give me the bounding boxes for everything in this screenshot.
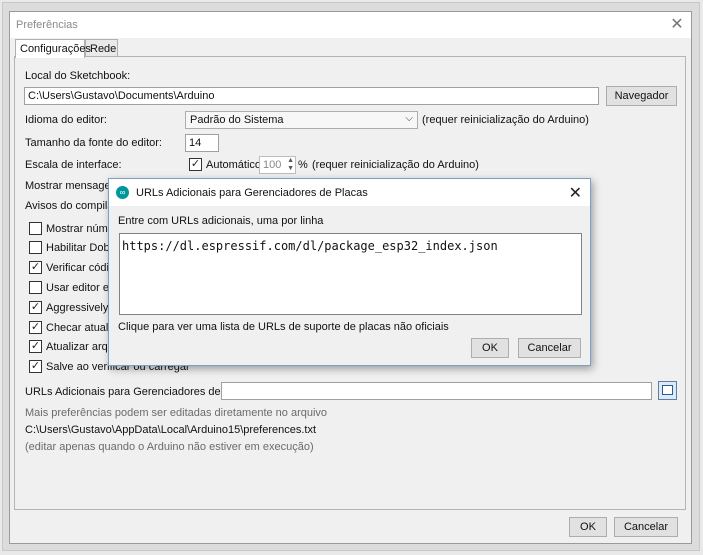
scale-unit: % <box>298 159 308 171</box>
scale-label: Escala de interface: <box>25 159 122 171</box>
urls-text: https://dl.espressif.com/dl/package_esp3… <box>122 239 498 253</box>
dialog-cancel-button[interactable]: Cancelar <box>518 338 581 358</box>
window-title: Preferências <box>16 19 78 31</box>
checkbox-code-folding[interactable] <box>29 241 42 254</box>
dialog-ok-button[interactable]: OK <box>471 338 509 358</box>
scale-note: (requer reinicialização do Arduino) <box>312 159 479 171</box>
additional-urls-dialog: ∞ URLs Adicionais para Gerenciadores de … <box>108 178 591 366</box>
unofficial-boards-link[interactable]: Clique para ver uma lista de URLs de sup… <box>118 321 449 333</box>
language-select[interactable]: Padrão do Sistema ⌵ <box>185 111 418 129</box>
checkbox-verify-code[interactable]: ✓ <box>29 261 42 274</box>
checkbox-update-files[interactable]: ✓ <box>29 340 42 353</box>
board-urls-input[interactable] <box>221 382 652 400</box>
spinner-arrows-icon: ▲ ▼ <box>287 157 294 172</box>
scale-spinner[interactable]: 100 ▲ ▼ <box>259 156 296 174</box>
language-note: (requer reinicialização do Arduino) <box>422 114 589 126</box>
sketchbook-label: Local do Sketchbook: <box>25 70 131 82</box>
dialog-instruction: Entre com URLs adicionais, uma por linha <box>118 215 324 227</box>
scale-auto-label: Automático <box>206 159 262 171</box>
sketchbook-path-input[interactable]: C:\Users\Gustavo\Documents\Arduino <box>24 87 599 105</box>
chevron-down-icon: ⌵ <box>405 113 413 124</box>
checkbox-external-editor[interactable] <box>29 281 42 294</box>
checkbox-check-updates[interactable]: ✓ <box>29 321 42 334</box>
language-select-value: Padrão do Sistema <box>190 114 284 126</box>
font-size-input[interactable]: 14 <box>185 134 219 152</box>
window-glyph <box>662 385 673 395</box>
dialog-title: URLs Adicionais para Gerenciadores de Pl… <box>136 187 368 199</box>
tab-configuracoes[interactable]: Configurações <box>15 39 91 58</box>
ok-button[interactable]: OK <box>569 517 607 537</box>
arduino-logo-icon: ∞ <box>116 186 129 199</box>
scale-auto-checkbox[interactable]: ✓ <box>189 158 202 171</box>
checkbox-save-on-verify[interactable]: ✓ <box>29 360 42 373</box>
more-prefs-note: Mais preferências podem ser editadas dir… <box>25 407 328 419</box>
window-edit-icon[interactable] <box>658 381 677 400</box>
urls-textarea[interactable]: https://dl.espressif.com/dl/package_esp3… <box>119 233 582 315</box>
checkbox-line-numbers[interactable] <box>29 222 42 235</box>
close-icon[interactable]: ✕ <box>665 13 689 37</box>
edit-warning-note: (editar apenas quando o Arduino não esti… <box>25 441 314 453</box>
checkbox-aggressive-cache[interactable]: ✓ <box>29 301 42 314</box>
language-label: Idioma do editor: <box>25 114 107 126</box>
close-icon[interactable]: ✕ <box>569 183 582 203</box>
scale-spinner-value: 100 <box>263 159 282 171</box>
preferences-file-path: C:\Users\Gustavo\AppData\Local\Arduino15… <box>25 424 317 436</box>
cancel-button[interactable]: Cancelar <box>614 517 678 537</box>
font-size-label: Tamanho da fonte do editor: <box>25 137 162 149</box>
browse-button[interactable]: Navegador <box>606 86 677 106</box>
dialog-titlebar: ∞ URLs Adicionais para Gerenciadores de … <box>109 179 590 206</box>
window-titlebar: Preferências ✕ <box>10 12 691 38</box>
